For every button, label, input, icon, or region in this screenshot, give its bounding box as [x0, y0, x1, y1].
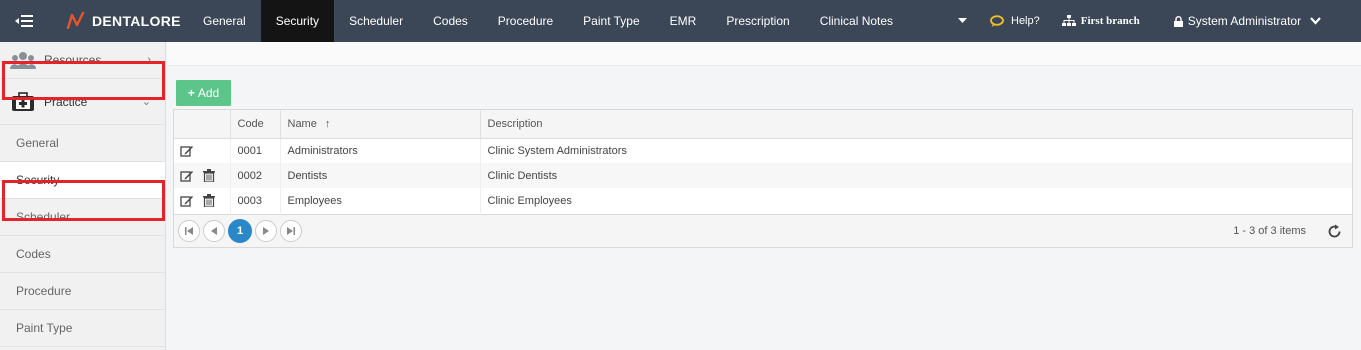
pager: 1 1 - 3 of 3 items [174, 214, 1352, 247]
tab-clinical-notes[interactable]: Clinical Notes [805, 0, 908, 42]
more-tabs-button[interactable] [950, 0, 974, 42]
add-button[interactable]: + Add [176, 80, 231, 106]
top-navbar: DENTALORE General Security Scheduler Cod… [0, 0, 1361, 42]
sidebar-item-general[interactable]: General [0, 125, 165, 162]
refresh-icon [1328, 224, 1340, 237]
tab-paint-type[interactable]: Paint Type [568, 0, 654, 42]
sidebar-group-label: Practice [44, 94, 88, 109]
cell-description: Clinic System Administrators [487, 144, 627, 157]
security-groups-grid: Code Name ↑ Description 0001 Administrato… [173, 109, 1353, 248]
table-row[interactable]: 0003 Employees Clinic Employees [174, 188, 1352, 213]
sidebar-group-resources[interactable]: Resources › [0, 42, 165, 79]
user-menu[interactable]: System Administrator [1173, 0, 1321, 42]
refresh-button[interactable] [1326, 223, 1342, 239]
pager-info: 1 - 3 of 3 items [1233, 225, 1306, 237]
menu-toggle-icon [15, 15, 33, 27]
right-tools: Help? First branch System Administrator [990, 0, 1343, 42]
tab-security[interactable]: Security [260, 0, 335, 42]
previous-page-button[interactable] [203, 220, 225, 242]
brand[interactable]: DENTALORE [48, 0, 188, 42]
add-label: Add [197, 86, 220, 100]
sitemap-icon [1061, 15, 1076, 26]
row-actions [174, 163, 231, 188]
actions-column-header [174, 110, 231, 139]
sidebar-item-paint-type[interactable]: Paint Type [0, 310, 165, 347]
cell-name: Employees [280, 188, 481, 213]
table-row[interactable]: 0002 Dentists Clinic Dentists [174, 163, 1352, 188]
lock-icon [1173, 15, 1183, 27]
chevron-down-icon: ⌄ [141, 96, 151, 108]
edit-icon[interactable] [180, 144, 194, 158]
row-actions [174, 138, 231, 163]
edit-icon[interactable] [180, 169, 194, 183]
tab-general[interactable]: General [188, 0, 261, 42]
tab-codes[interactable]: Codes [418, 0, 483, 42]
tab-emr[interactable]: EMR [655, 0, 712, 42]
main-content: + Add Code Name ↑ Description 0001 Admin… [167, 42, 1361, 350]
sidebar-item-scheduler[interactable]: Scheduler [0, 199, 165, 236]
edit-icon[interactable] [180, 194, 194, 208]
content-header [167, 42, 1361, 66]
sidebar-group-label: Resources [44, 53, 102, 67]
branch-selector[interactable]: First branch [1061, 0, 1140, 42]
row-actions [174, 188, 231, 213]
help-link[interactable]: Help? [990, 0, 1040, 42]
column-header-name[interactable]: Name ↑ [280, 110, 481, 139]
cell-name: Dentists [280, 163, 481, 188]
menu-toggle-button[interactable] [0, 0, 48, 42]
sidebar-group-practice[interactable]: Practice ⌄ [0, 79, 165, 125]
page-number-button[interactable]: 1 [228, 219, 252, 243]
users-icon [10, 50, 36, 70]
cell-code: 0001 [230, 138, 281, 163]
brand-name: DENTALORE [92, 13, 181, 29]
first-page-button[interactable] [178, 220, 200, 242]
first-page-icon [185, 227, 193, 235]
chevron-right-icon: › [147, 54, 151, 66]
tab-prescription[interactable]: Prescription [711, 0, 804, 42]
sidebar-item-security[interactable]: Security [0, 162, 165, 199]
table-row[interactable]: 0001 Administrators Clinic System Admini… [174, 138, 1352, 163]
last-page-button[interactable] [280, 220, 302, 242]
trash-icon[interactable] [203, 168, 217, 183]
medical-kit-icon [10, 91, 36, 112]
cell-description: Clinic Employees [487, 194, 572, 207]
next-page-button[interactable] [255, 220, 277, 242]
trash-icon[interactable] [203, 193, 217, 208]
tab-procedure[interactable]: Procedure [483, 0, 568, 42]
tab-scheduler[interactable]: Scheduler [334, 0, 418, 42]
last-page-icon [287, 227, 295, 235]
sidebar-item-codes[interactable]: Codes [0, 236, 165, 273]
chevron-down-icon [1310, 17, 1321, 25]
sort-ascending-icon: ↑ [324, 117, 331, 130]
column-header-code[interactable]: Code [230, 110, 281, 139]
cell-code: 0002 [230, 163, 281, 188]
cell-name: Administrators [280, 138, 481, 163]
previous-page-icon [211, 227, 217, 235]
next-page-icon [263, 227, 269, 235]
column-header-description[interactable]: Description [480, 110, 1352, 139]
sidebar: Resources › Practice ⌄ General Security … [0, 42, 166, 350]
cell-description: Clinic Dentists [480, 163, 1352, 188]
plus-icon: + [187, 86, 195, 100]
help-label: Help? [1011, 15, 1040, 27]
branch-label: First branch [1080, 15, 1140, 27]
main-nav: General Security Scheduler Codes Procedu… [188, 0, 908, 42]
user-name: System Administrator [1187, 14, 1302, 28]
cell-code: 0003 [230, 188, 281, 213]
chat-bubble-icon [990, 14, 1004, 27]
sidebar-item-procedure[interactable]: Procedure [0, 273, 165, 310]
caret-down-icon [957, 18, 967, 23]
brand-logo-icon [66, 11, 85, 30]
